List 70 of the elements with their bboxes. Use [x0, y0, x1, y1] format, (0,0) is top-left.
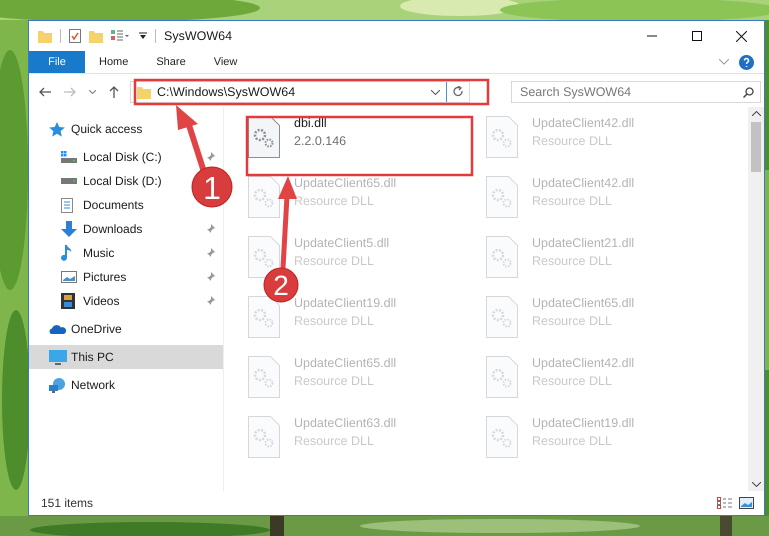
nav-item[interactable]: Videos — [61, 289, 120, 313]
dll-file-icon — [248, 416, 280, 458]
window-title: SysWOW64 — [164, 29, 232, 43]
drive-icon — [61, 178, 77, 184]
scroll-thumb[interactable] — [751, 122, 761, 172]
nav-item[interactable]: OneDrive — [29, 317, 223, 341]
address-bar[interactable]: C:\Windows\SysWOW64 — [130, 81, 470, 103]
refresh-icon[interactable] — [453, 86, 464, 98]
dll-file-icon — [486, 116, 518, 158]
pin-icon[interactable] — [205, 224, 215, 234]
customize-caret-icon[interactable] — [139, 32, 147, 40]
search-field[interactable]: Search SysWOW64 — [511, 81, 761, 103]
star-icon — [49, 122, 65, 136]
nav-item[interactable]: Music — [61, 241, 114, 265]
dll-file-icon — [248, 116, 280, 158]
recent-caret-icon[interactable] — [89, 90, 96, 94]
nav-item[interactable]: Pictures — [61, 265, 126, 289]
up-arrow-icon[interactable] — [109, 86, 119, 98]
help-icon[interactable] — [739, 54, 754, 70]
pin-icon[interactable] — [205, 152, 215, 162]
maximize-icon — [692, 31, 702, 41]
scrollbar[interactable] — [748, 107, 764, 491]
picture-icon — [61, 271, 77, 283]
film-strip-icon — [61, 293, 75, 309]
properties-icon[interactable] — [69, 29, 81, 43]
back-arrow-icon[interactable] — [39, 87, 51, 97]
dll-file-icon — [486, 236, 518, 278]
nav-item[interactable]: Quick access — [29, 117, 223, 141]
dll-file-icon — [248, 356, 280, 398]
folder-icon — [137, 86, 151, 98]
nav-item[interactable]: Local Disk (C:) — [61, 145, 162, 169]
scroll-down-icon[interactable] — [752, 482, 760, 487]
view-options-icon[interactable] — [111, 30, 131, 42]
monitor-icon — [49, 350, 67, 364]
drive-icon — [61, 151, 77, 163]
pin-icon[interactable] — [205, 248, 215, 258]
ribbon-tab[interactable]: Share — [142, 51, 200, 73]
music-note-icon — [61, 245, 72, 261]
dropdown-caret-icon[interactable] — [431, 90, 440, 94]
nav-item[interactable]: This PC — [29, 345, 223, 369]
large-icons-view-icon[interactable] — [739, 497, 754, 509]
ribbon-tab[interactable]: View — [200, 51, 252, 73]
cloud-icon — [49, 324, 66, 334]
dll-file-icon — [486, 296, 518, 338]
item-count: 151 items — [41, 496, 94, 510]
file-name[interactable]: dbi.dll — [294, 116, 346, 130]
dll-file-icon — [486, 416, 518, 458]
dll-file-icon — [248, 296, 280, 338]
ribbon-tab[interactable]: File — [29, 51, 85, 73]
ribbon-tab[interactable]: Home — [85, 51, 142, 73]
callout-badge: 2 — [264, 268, 298, 302]
nav-item[interactable]: Local Disk (D:) — [61, 169, 162, 193]
nav-item[interactable]: Documents — [61, 193, 144, 217]
dll-file-icon — [248, 176, 280, 218]
pin-icon[interactable] — [205, 296, 215, 306]
dll-file-icon — [486, 176, 518, 218]
down-arrow-icon — [61, 221, 77, 237]
nav-item[interactable]: Network — [29, 373, 223, 397]
pin-icon[interactable] — [205, 272, 215, 282]
callout-badge: 1 — [192, 166, 232, 208]
network-globe-icon — [49, 378, 67, 392]
file-detail: 2.2.0.146 — [294, 134, 346, 148]
dll-file-icon — [486, 356, 518, 398]
expand-ribbon-icon[interactable] — [719, 59, 729, 65]
scroll-up-icon[interactable] — [752, 111, 760, 116]
details-view-icon[interactable] — [717, 497, 733, 509]
document-icon — [61, 198, 73, 212]
nav-item[interactable]: Downloads — [61, 217, 142, 241]
address-path: C:\Windows\SysWOW64 — [157, 85, 296, 99]
close-icon — [736, 30, 747, 42]
